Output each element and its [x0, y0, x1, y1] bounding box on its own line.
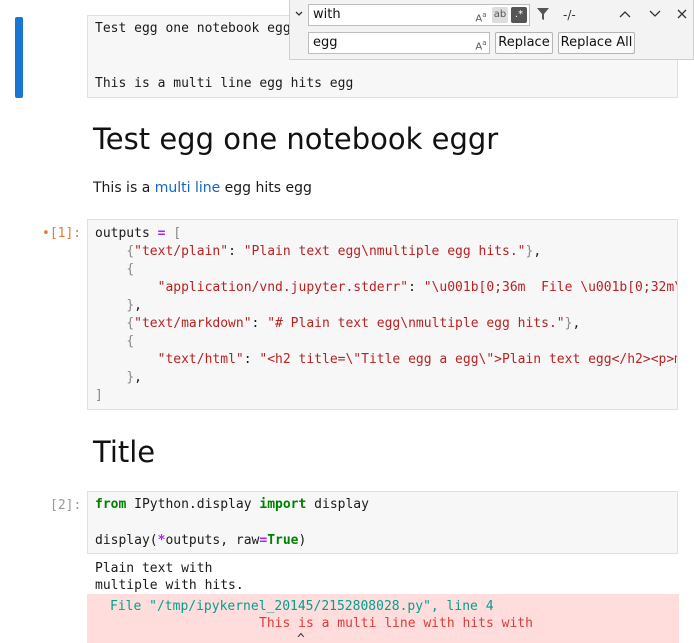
- error-token: "/tmp/ipykernel_20145/2152808028.py": [149, 599, 431, 614]
- close-icon[interactable]: [676, 8, 688, 20]
- code-token: "text/plain": [134, 244, 229, 259]
- code-token: ]: [95, 388, 103, 403]
- cell-0-line-1: Test egg one notebook egg: [95, 21, 291, 36]
- error-caret: ^: [297, 632, 305, 643]
- cell-0-line-3: This is a multi line egg hits egg: [95, 76, 354, 91]
- error-token: , line: [430, 599, 478, 614]
- code-token: True: [267, 533, 299, 548]
- code-token: "Plain text egg\nmultiple egg hits.": [243, 244, 526, 259]
- code-token: outputs, raw: [165, 533, 260, 548]
- match-count: -/-: [563, 8, 576, 22]
- code-token: "text/html": [157, 352, 244, 367]
- code-token: [: [173, 226, 182, 241]
- previous-match-icon[interactable]: [618, 7, 632, 21]
- markdown-heading: Test egg one notebook eggr: [93, 122, 499, 156]
- code-token: =: [157, 226, 166, 241]
- cell-1-prompt: •[1]:: [42, 226, 82, 241]
- error-source-line: This is a multi line with hits with: [259, 616, 533, 631]
- code-line: outputs = [: [95, 225, 181, 243]
- replace-input[interactable]: egg: [308, 32, 490, 54]
- search-input-value: with: [313, 7, 341, 22]
- toggle-replace-chevron-icon[interactable]: [294, 8, 304, 18]
- cell-1-editor[interactable]: outputs = [ {"text/plain": "Plain text e…: [87, 219, 678, 410]
- code-line: {"text/markdown": "# Plain text egg\nmul…: [126, 316, 581, 331]
- code-line: "application/vnd.jupyter.stderr": "\u001…: [95, 279, 678, 297]
- cell-2-editor[interactable]: from IPython.display import display disp…: [87, 491, 678, 554]
- regex-icon[interactable]: .*: [511, 7, 527, 23]
- output-text-line-2: multiple with hits.: [95, 578, 244, 593]
- filter-icon[interactable]: [536, 7, 550, 21]
- replace-input-value: egg: [313, 35, 338, 50]
- code-token: "<h2 title=\"Title egg a egg\">Plain tex…: [259, 352, 678, 367]
- preserve-case-icon[interactable]: Aa: [473, 35, 489, 52]
- find-replace-panel: with Aa ab .* -/- egg Aa Replace Replace…: [289, 0, 694, 60]
- match-case-icon[interactable]: Aa: [473, 7, 489, 24]
- code-token: "application/vnd.jupyter.stderr": [157, 280, 409, 295]
- paragraph-link[interactable]: multi line: [155, 180, 221, 196]
- replace-button[interactable]: Replace: [495, 32, 553, 54]
- next-match-icon[interactable]: [648, 7, 662, 21]
- code-line: {: [126, 262, 135, 277]
- error-token: 4: [485, 599, 494, 614]
- code-line: from IPython.display import display: [95, 496, 369, 514]
- code-token: outputs: [95, 226, 150, 241]
- markdown-paragraph: This is a multi line egg hits egg: [93, 180, 312, 196]
- markdown-heading-title: Title: [93, 435, 156, 469]
- paragraph-text-end: egg hits egg: [220, 180, 312, 196]
- code-token: display: [306, 497, 369, 512]
- code-token: "# Plain text egg\nmultiple egg hits.": [267, 316, 565, 331]
- code-token: IPython.display: [126, 497, 260, 512]
- code-line: "text/html": "<h2 title=\"Title egg a eg…: [95, 351, 678, 369]
- cell-2-prompt: [2]:: [50, 498, 82, 513]
- code-token: "\u001b[0;36m File \u001b[0;32m\: [423, 280, 678, 295]
- replace-all-button[interactable]: Replace All: [558, 32, 635, 54]
- error-output: File "/tmp/ipykernel_20145/2152808028.py…: [87, 594, 679, 643]
- code-token: ): [298, 533, 307, 548]
- code-token: "text/markdown": [134, 316, 252, 331]
- error-file-line: File "/tmp/ipykernel_20145/2152808028.py…: [110, 598, 494, 615]
- active-cell-indicator: [15, 17, 23, 98]
- code-line: {"text/plain": "Plain text egg\nmultiple…: [126, 244, 542, 259]
- code-line: ]: [95, 387, 103, 405]
- paragraph-text: This is a: [93, 180, 155, 196]
- code-line: {: [126, 334, 135, 349]
- error-token: File: [110, 599, 142, 614]
- code-token: import: [259, 497, 307, 512]
- code-token: from: [95, 497, 127, 512]
- code-line: },: [126, 298, 142, 313]
- code-token: display(: [95, 533, 158, 548]
- whole-word-icon[interactable]: ab: [492, 7, 508, 23]
- code-line: },: [126, 370, 142, 385]
- code-line: display(*outputs, raw=True): [95, 532, 306, 550]
- output-text-line-1: Plain text with: [95, 561, 213, 576]
